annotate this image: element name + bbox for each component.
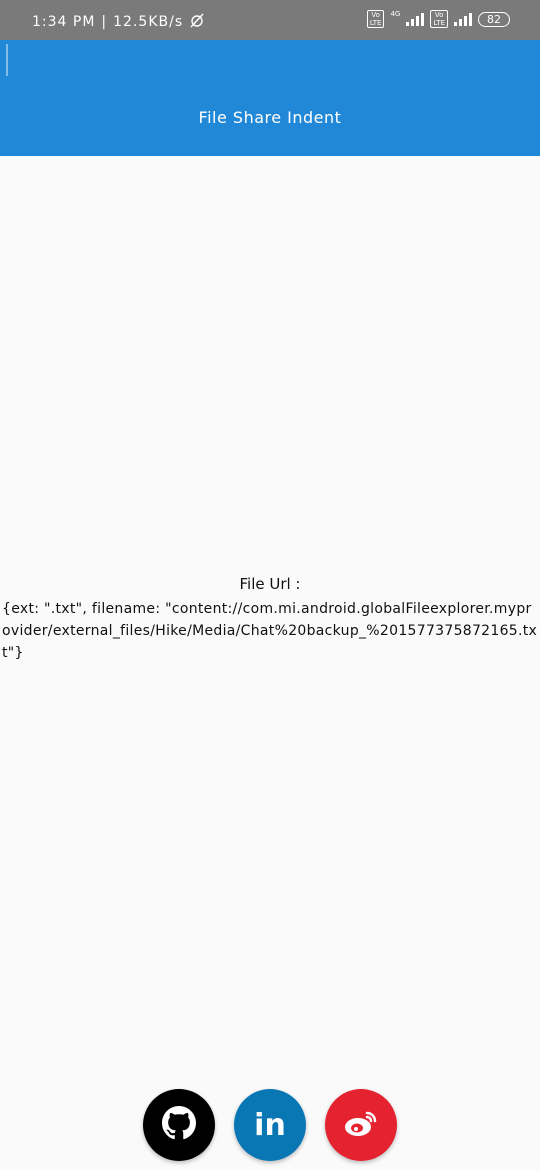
status-right: Vo LTE 4G Vo LTE 82 <box>366 10 510 28</box>
weibo-button[interactable] <box>325 1089 397 1161</box>
weibo-icon <box>343 1107 379 1143</box>
signal-icon-2 <box>454 12 472 26</box>
network-speed: 12.5KB/s <box>113 14 184 30</box>
github-icon <box>162 1106 196 1144</box>
status-separator: | <box>101 14 108 30</box>
status-bar: 1:34 PM | 12.5KB/s Vo LTE 4G Vo LTE 82 <box>0 0 540 40</box>
status-left: 1:34 PM | 12.5KB/s <box>32 12 205 32</box>
file-url-value: {ext: ".txt", filename: "content://com.m… <box>2 601 538 661</box>
github-button[interactable] <box>143 1089 215 1161</box>
volte-icon-2: Vo LTE <box>430 10 448 28</box>
app-bar-edge <box>6 44 8 76</box>
battery-icon: 82 <box>478 11 510 27</box>
signal-icon <box>406 12 425 26</box>
network-type: 4G <box>390 10 401 18</box>
status-time: 1:34 PM <box>32 14 96 30</box>
app-bar: File Share Indent <box>0 40 540 156</box>
linkedin-button[interactable]: in <box>234 1089 306 1161</box>
file-url-label: File Url : <box>239 575 301 593</box>
page-title: File Share Indent <box>198 108 342 127</box>
alarm-off-icon <box>189 12 205 32</box>
linkedin-icon: in <box>254 1107 286 1143</box>
volte-icon: Vo LTE <box>366 10 385 28</box>
